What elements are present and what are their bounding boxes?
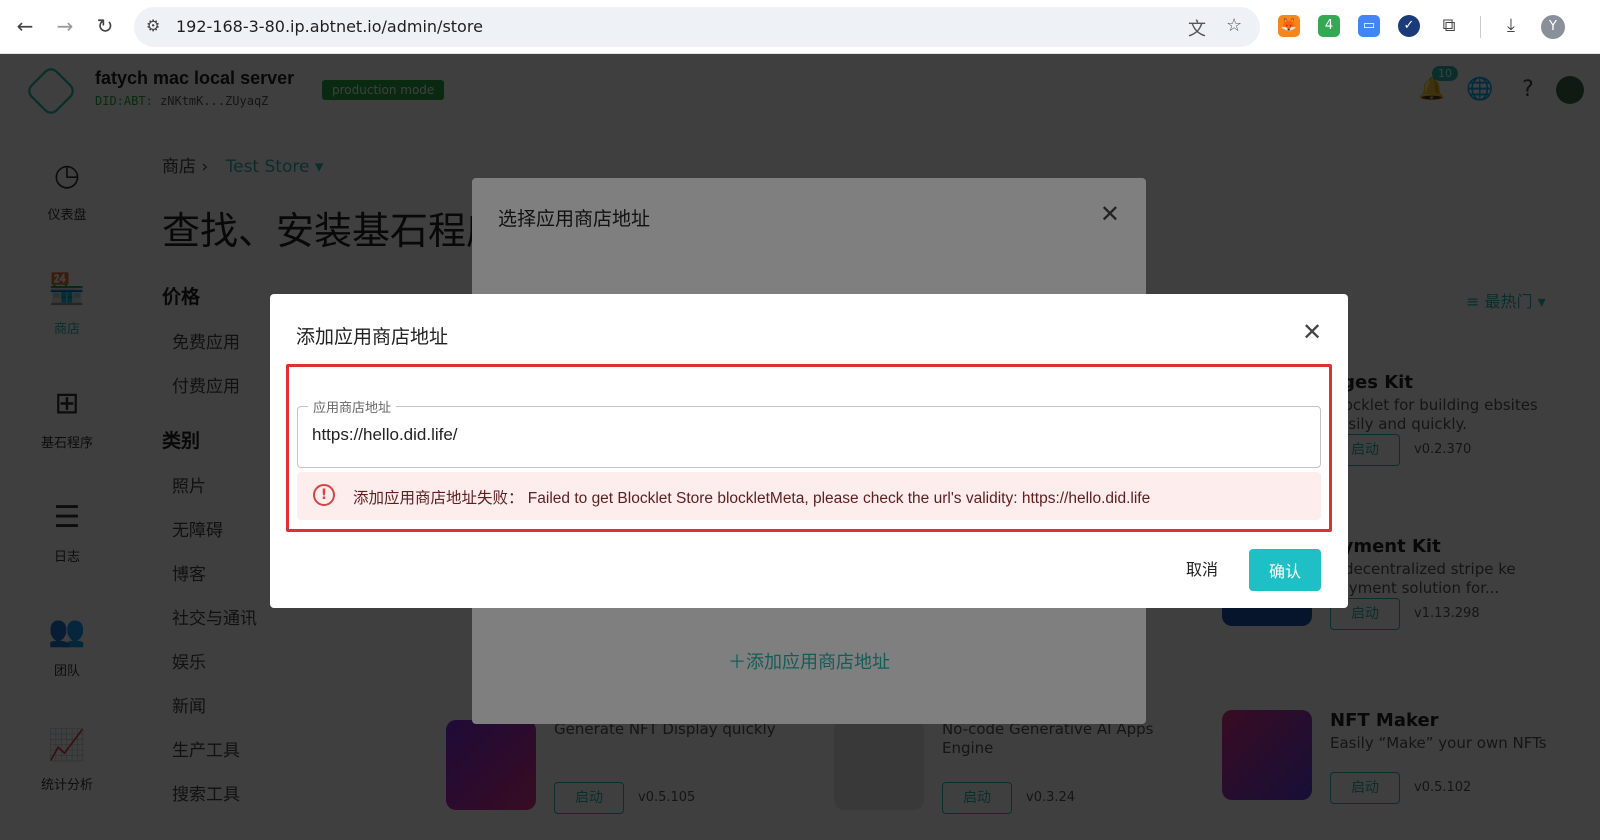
check-extension-icon[interactable]: ✓: [1398, 15, 1420, 37]
cancel-button[interactable]: 取消: [1174, 550, 1230, 590]
extension-badge: 4: [1324, 18, 1334, 33]
dialog-title: 添加应用商店地址: [296, 326, 449, 348]
extension-icon[interactable]: 4: [1318, 15, 1340, 37]
browser-toolbar: ← → ↻ ⚙ 192-168-3-80.ip.abtnet.io/admin/…: [0, 0, 1600, 54]
reload-icon[interactable]: ↻: [92, 13, 118, 39]
toolbar-divider: [1480, 16, 1481, 38]
back-arrow-icon[interactable]: ←: [12, 13, 38, 39]
error-message: 添加应用商店地址失败： Failed to get Blocklet Store…: [353, 490, 1151, 507]
download-icon[interactable]: ⤓: [1500, 15, 1522, 37]
profile-avatar[interactable]: Y: [1541, 15, 1565, 39]
screen-extension-icon[interactable]: ▭: [1358, 15, 1380, 37]
metamask-extension-icon[interactable]: 🦊: [1278, 15, 1300, 37]
puzzle-extensions-icon[interactable]: ⧉: [1438, 15, 1460, 37]
bookmark-star-icon[interactable]: ☆: [1226, 15, 1242, 36]
confirm-button[interactable]: 确认: [1249, 549, 1321, 591]
field-label: 应用商店地址: [308, 397, 397, 416]
store-url-field[interactable]: 应用商店地址: [297, 397, 1321, 468]
error-alert: ! 添加应用商店地址失败： Failed to get Blocklet Sto…: [297, 472, 1321, 520]
url-text[interactable]: 192-168-3-80.ip.abtnet.io/admin/store: [176, 17, 483, 36]
close-icon[interactable]: ✕: [1302, 318, 1322, 346]
forward-arrow-icon[interactable]: →: [52, 13, 78, 39]
store-url-input[interactable]: [312, 425, 1302, 445]
error-icon: !: [313, 484, 335, 506]
site-settings-icon[interactable]: ⚙: [146, 16, 160, 35]
translate-icon[interactable]: 文: [1188, 15, 1206, 41]
address-bar[interactable]: ⚙ 192-168-3-80.ip.abtnet.io/admin/store …: [134, 7, 1260, 47]
add-store-dialog: 添加应用商店地址 ✕ 应用商店地址 ! 添加应用商店地址失败： Failed t…: [270, 294, 1348, 608]
